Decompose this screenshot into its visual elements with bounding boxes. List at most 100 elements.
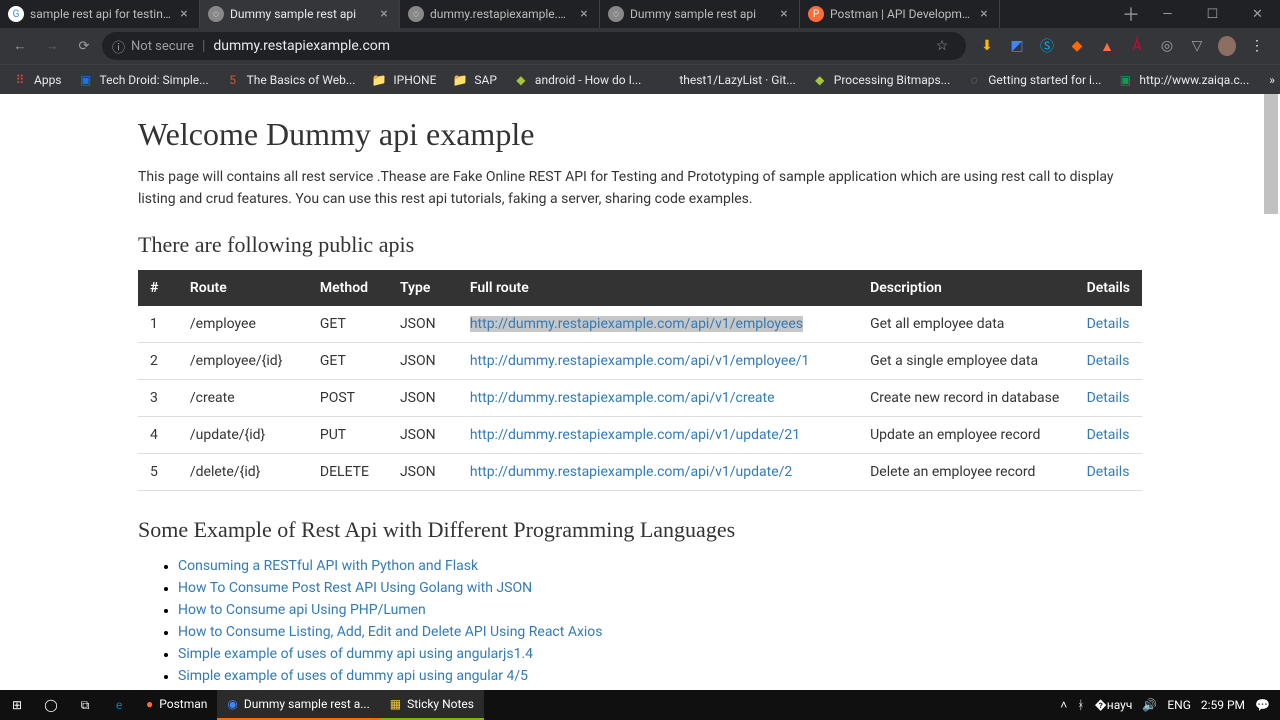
bookmark-label: android - How do I... xyxy=(535,73,641,87)
details-link[interactable]: Details xyxy=(1087,464,1130,480)
list-item: How to Consume Listing, Add, Edit and De… xyxy=(178,621,1142,643)
table-row: 2/employee/{id}GETJSONhttp://dummy.resta… xyxy=(138,343,1142,380)
bookmark-label: Getting started for i... xyxy=(988,73,1101,87)
reload-button[interactable]: ⟳ xyxy=(70,32,98,60)
taskbar-app[interactable]: ◉Dummy sample rest a... xyxy=(217,690,379,720)
close-tab-icon[interactable]: × xyxy=(977,7,991,21)
table-cell: Details xyxy=(1075,343,1142,380)
volume-icon[interactable]: 🔊 xyxy=(1142,698,1157,712)
browser-tab[interactable]: Gsample rest api for testing - Goo × xyxy=(0,0,200,28)
table-header: Full route xyxy=(458,270,858,306)
ext-icon-1[interactable]: ◩ xyxy=(1008,37,1026,55)
bookmark-item[interactable]: thest1/LazyList · Git... xyxy=(651,72,801,88)
back-button[interactable]: ← xyxy=(6,32,34,60)
profile-avatar[interactable] xyxy=(1218,37,1236,55)
windows-taskbar: ⊞ ◯ ⧉ e ●Postman◉Dummy sample rest a...▦… xyxy=(0,690,1280,720)
taskbar-app[interactable]: ●Postman xyxy=(136,690,217,720)
titlebar: Gsample rest api for testing - Goo×◌Dumm… xyxy=(0,0,1280,28)
full-route-link[interactable]: http://dummy.restapiexample.com/api/v1/u… xyxy=(470,427,800,443)
close-tab-icon[interactable]: × xyxy=(577,7,591,21)
bookmark-item[interactable]: ◆Processing Bitmaps... xyxy=(806,72,956,88)
start-button[interactable]: ⊞ xyxy=(0,690,34,720)
bookmark-item[interactable]: ⠿Apps xyxy=(6,72,68,88)
notifications-icon[interactable]: 💬 xyxy=(1255,698,1270,712)
scrollbar[interactable] xyxy=(1264,94,1278,690)
example-link[interactable]: How To Consume Post Rest API Using Golan… xyxy=(178,580,532,596)
download-icon[interactable]: ⬇ xyxy=(978,37,996,55)
list-item: Simple example of uses of dummy api usin… xyxy=(178,665,1142,687)
task-view-button[interactable]: ⧉ xyxy=(68,690,102,720)
bookmark-label: SAP xyxy=(474,73,497,87)
ext-icon-5[interactable]: ▽ xyxy=(1188,37,1206,55)
browser-tab[interactable]: PPostman | API Development Env× xyxy=(800,0,1000,28)
close-window-button[interactable]: ✕ xyxy=(1235,0,1280,28)
example-link[interactable]: Simple example of uses of dummy api usin… xyxy=(178,646,533,662)
full-route-link[interactable]: http://dummy.restapiexample.com/api/v1/e… xyxy=(470,316,803,332)
table-cell: Details xyxy=(1075,454,1142,491)
language-indicator[interactable]: ENG xyxy=(1167,698,1191,712)
bluetooth-icon[interactable]: ᚼ xyxy=(1077,698,1084,712)
viewport: Welcome Dummy api example This page will… xyxy=(0,94,1280,690)
close-tab-icon[interactable]: × xyxy=(777,7,791,21)
bookmark-item[interactable]: ◌ Getting started for i... xyxy=(960,72,1107,88)
bookmark-item[interactable]: ◆android - How do I... xyxy=(507,72,647,88)
details-link[interactable]: Details xyxy=(1087,353,1130,369)
table-cell: POST xyxy=(308,380,388,417)
ext-icon-2[interactable]: ◆ xyxy=(1068,37,1086,55)
browser-tab[interactable]: ◌dummy.restapiexample.com/api× xyxy=(400,0,600,28)
close-tab-icon[interactable]: × xyxy=(177,7,191,21)
example-link[interactable]: How to Consume Listing, Add, Edit and De… xyxy=(178,624,603,640)
bookmark-item[interactable]: 📁SAP xyxy=(446,72,503,88)
new-tab-button[interactable]: ＋ xyxy=(1117,0,1145,28)
address-bar[interactable]: ⓘ Not secure | dummy.restapiexample.com … xyxy=(102,32,966,60)
full-route-link[interactable]: http://dummy.restapiexample.com/api/v1/u… xyxy=(470,464,792,480)
close-tab-icon[interactable]: × xyxy=(377,7,391,21)
ext-icon-4[interactable]: ◎ xyxy=(1158,37,1176,55)
edge-icon[interactable]: e xyxy=(102,690,136,720)
table-cell: Get a single employee data xyxy=(858,343,1075,380)
details-link[interactable]: Details xyxy=(1087,427,1130,443)
kebab-menu-icon[interactable]: ⋮ xyxy=(1248,37,1266,55)
favicon-icon: ◌ xyxy=(208,6,224,22)
full-route-link[interactable]: http://dummy.restapiexample.com/api/v1/e… xyxy=(470,353,810,369)
angular-icon[interactable]: Å xyxy=(1128,37,1146,55)
clock[interactable]: 2:59 PM xyxy=(1201,698,1245,712)
bookmark-item[interactable]: 📁IPHONE xyxy=(365,72,442,88)
browser-tab[interactable]: ◌Dummy sample rest api× xyxy=(600,0,800,28)
wifi-icon[interactable]: �науч xyxy=(1094,698,1132,712)
tab-label: sample rest api for testing - Goo xyxy=(30,7,171,21)
bookmark-item[interactable]: 5The Basics of Web... xyxy=(219,72,362,88)
table-cell: /employee/{id} xyxy=(178,343,308,380)
table-cell: /update/{id} xyxy=(178,417,308,454)
security-indicator[interactable]: ⓘ Not secure xyxy=(112,37,194,56)
example-link[interactable]: How to Consume api Using PHP/Lumen xyxy=(178,602,426,618)
favicon-icon: G xyxy=(8,6,24,22)
tab-label: dummy.restapiexample.com/api xyxy=(430,7,571,21)
search-button[interactable]: ◯ xyxy=(34,690,68,720)
browser-tab[interactable]: ◌Dummy sample rest api× xyxy=(200,0,400,28)
favicon-icon: P xyxy=(808,6,824,22)
example-link[interactable]: Simple example of uses of dummy api usin… xyxy=(178,668,528,684)
forward-button[interactable]: → xyxy=(38,32,66,60)
star-icon[interactable]: ☆ xyxy=(928,32,956,60)
bookmarks-overflow[interactable]: » xyxy=(1263,73,1280,87)
app-icon: ▦ xyxy=(390,697,401,711)
taskbar-app[interactable]: ▦ Sticky Notes xyxy=(380,690,484,720)
bookmark-item[interactable]: ▣http://www.zaiqa.c... xyxy=(1111,72,1255,88)
maximize-button[interactable]: ☐ xyxy=(1190,0,1235,28)
table-cell: DELETE xyxy=(308,454,388,491)
details-link[interactable]: Details xyxy=(1087,316,1130,332)
skype-icon[interactable]: Ⓢ xyxy=(1038,37,1056,55)
tray-chevron-icon[interactable]: ˄ xyxy=(1060,698,1067,712)
minimize-button[interactable]: — xyxy=(1145,0,1190,28)
table-cell: Details xyxy=(1075,380,1142,417)
app-label: Sticky Notes xyxy=(407,697,474,711)
ext-icon-3[interactable]: ▲ xyxy=(1098,37,1116,55)
bookmark-icon: ◌ xyxy=(966,72,982,88)
example-link[interactable]: Consuming a RESTful API with Python and … xyxy=(178,558,478,574)
bookmark-item[interactable]: ▣Tech Droid: Simple... xyxy=(72,72,215,88)
details-link[interactable]: Details xyxy=(1087,390,1130,406)
full-route-link[interactable]: http://dummy.restapiexample.com/api/v1/c… xyxy=(470,390,775,406)
table-row: 1/employeeGETJSONhttp://dummy.restapiexa… xyxy=(138,306,1142,343)
bookmark-icon: 5 xyxy=(225,72,241,88)
